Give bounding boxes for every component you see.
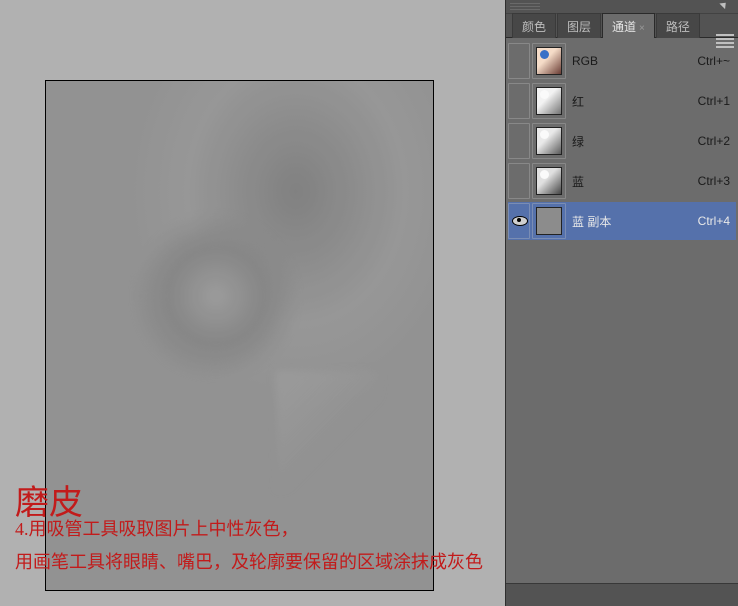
channel-thumb-wrap: [532, 123, 566, 159]
tab-paths[interactable]: 路径: [656, 13, 700, 38]
visibility-toggle[interactable]: [508, 83, 530, 119]
channel-row-red[interactable]: 红 Ctrl+1: [508, 82, 736, 120]
annotation-step: 4.用吸管工具吸取图片上中性灰色，: [15, 516, 299, 542]
channel-shortcut: Ctrl+3: [698, 174, 730, 188]
channel-thumb-wrap: [532, 163, 566, 199]
channel-shortcut: Ctrl+~: [697, 54, 730, 68]
tab-color[interactable]: 颜色: [512, 13, 556, 38]
tab-channels-label: 通道: [612, 20, 636, 34]
channel-shortcut: Ctrl+2: [698, 134, 730, 148]
visibility-toggle[interactable]: [508, 203, 530, 239]
channel-row-green[interactable]: 绿 Ctrl+2: [508, 122, 736, 160]
channel-name: 蓝 副本: [572, 213, 698, 230]
channel-thumb-rgb: [536, 47, 562, 75]
channel-name: RGB: [572, 54, 697, 68]
channel-row-blue-copy[interactable]: 蓝 副本 Ctrl+4: [508, 202, 736, 240]
visibility-toggle[interactable]: [508, 43, 530, 79]
channel-thumb-blue-copy: [536, 207, 562, 235]
channels-panel: 颜色 图层 通道× 路径 RGB Ctrl+~ 红 Ctrl+1 绿 Ctrl+…: [505, 0, 738, 606]
visibility-toggle[interactable]: [508, 123, 530, 159]
channel-thumb-wrap: [532, 43, 566, 79]
panel-topbar: [506, 0, 738, 14]
channel-row-blue[interactable]: 蓝 Ctrl+3: [508, 162, 736, 200]
visibility-toggle[interactable]: [508, 163, 530, 199]
channel-list: RGB Ctrl+~ 红 Ctrl+1 绿 Ctrl+2 蓝 Ctrl+3: [506, 38, 738, 583]
panel-footer: [506, 583, 738, 606]
canvas-area: 磨皮 4.用吸管工具吸取图片上中性灰色， 用画笔工具将眼睛、嘴巴，及轮廓要保留的…: [0, 0, 505, 606]
channel-name: 红: [572, 93, 698, 110]
annotation-detail: 用画笔工具将眼睛、嘴巴，及轮廓要保留的区域涂抹成灰色: [15, 548, 483, 574]
eye-icon: [512, 216, 526, 226]
channel-name: 绿: [572, 133, 698, 150]
channel-name: 蓝: [572, 173, 698, 190]
tab-channels[interactable]: 通道×: [602, 13, 655, 38]
tab-layers[interactable]: 图层: [557, 13, 601, 38]
channel-thumb-wrap: [532, 203, 566, 239]
channel-shortcut: Ctrl+4: [698, 214, 730, 228]
channel-thumb-wrap: [532, 83, 566, 119]
grip-icon: [510, 3, 540, 11]
channel-row-rgb[interactable]: RGB Ctrl+~: [508, 42, 736, 80]
tabbar: 颜色 图层 通道× 路径: [506, 14, 738, 38]
canvas[interactable]: [45, 80, 434, 591]
channel-thumb-blue: [536, 167, 562, 195]
channel-shortcut: Ctrl+1: [698, 94, 730, 108]
close-icon[interactable]: ×: [639, 23, 645, 34]
channel-thumb-red: [536, 87, 562, 115]
canvas-image: [46, 81, 433, 590]
channel-thumb-green: [536, 127, 562, 155]
panel-menu-icon[interactable]: [716, 34, 734, 48]
collapse-icon[interactable]: [719, 0, 728, 9]
